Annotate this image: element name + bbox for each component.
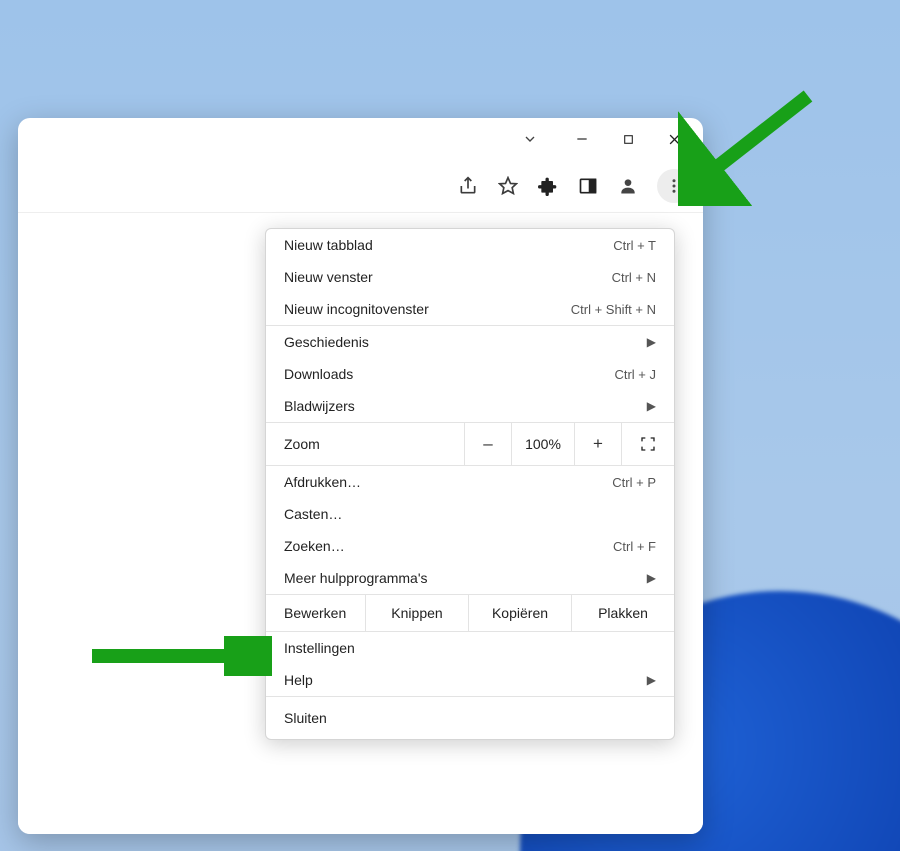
submenu-arrow-icon: ▶ <box>647 571 656 585</box>
menu-shortcut: Ctrl + F <box>613 539 656 554</box>
menu-shortcut: Ctrl + N <box>612 270 656 285</box>
profile-icon[interactable] <box>617 175 639 197</box>
menu-label: Zoeken… <box>284 538 345 554</box>
share-icon[interactable] <box>457 175 479 197</box>
menu-label: Instellingen <box>284 640 355 656</box>
menu-item-quit[interactable]: Sluiten <box>266 696 674 739</box>
side-panel-icon[interactable] <box>577 175 599 197</box>
menu-label: Geschiedenis <box>284 334 369 350</box>
menu-shortcut: Ctrl + T <box>613 238 656 253</box>
menu-label: Casten… <box>284 506 342 522</box>
window-maximize-button[interactable] <box>605 123 651 155</box>
menu-label: Afdrukken… <box>284 474 361 490</box>
submenu-arrow-icon: ▶ <box>647 673 656 687</box>
browser-toolbar <box>18 160 703 213</box>
menu-item-bookmarks[interactable]: Bladwijzers ▶ <box>266 390 674 422</box>
menu-label: Meer hulpprogramma's <box>284 570 428 586</box>
menu-item-settings[interactable]: Instellingen <box>266 632 674 664</box>
menu-label: Help <box>284 672 313 688</box>
window-minimize-button[interactable] <box>559 123 605 155</box>
tab-chevron-down[interactable] <box>507 123 553 155</box>
menu-label: Nieuw incognitovenster <box>284 301 429 317</box>
window-titlebar <box>18 118 703 160</box>
menu-label: Downloads <box>284 366 353 382</box>
menu-shortcut: Ctrl + P <box>612 475 656 490</box>
edit-paste-button[interactable]: Plakken <box>571 595 674 631</box>
menu-item-new-window[interactable]: Nieuw venster Ctrl + N <box>266 261 674 293</box>
fullscreen-button[interactable] <box>621 423 674 465</box>
zoom-out-button[interactable]: – <box>464 423 511 465</box>
submenu-arrow-icon: ▶ <box>647 399 656 413</box>
bookmark-star-icon[interactable] <box>497 175 519 197</box>
menu-item-incognito[interactable]: Nieuw incognitovenster Ctrl + Shift + N <box>266 293 674 325</box>
menu-item-new-tab[interactable]: Nieuw tabblad Ctrl + T <box>266 229 674 261</box>
menu-item-zoom: Zoom – 100% + <box>266 422 674 466</box>
edit-label: Bewerken <box>266 595 365 631</box>
window-close-button[interactable] <box>651 123 697 155</box>
menu-label: Nieuw venster <box>284 269 373 285</box>
extensions-icon[interactable] <box>537 175 559 197</box>
menu-item-history[interactable]: Geschiedenis ▶ <box>266 326 674 358</box>
menu-item-print[interactable]: Afdrukken… Ctrl + P <box>266 466 674 498</box>
chrome-main-menu: Nieuw tabblad Ctrl + T Nieuw venster Ctr… <box>265 228 675 740</box>
edit-cut-button[interactable]: Knippen <box>365 595 468 631</box>
submenu-arrow-icon: ▶ <box>647 335 656 349</box>
menu-shortcut: Ctrl + J <box>614 367 656 382</box>
kebab-menu-button[interactable] <box>657 169 691 203</box>
menu-item-cast[interactable]: Casten… <box>266 498 674 530</box>
edit-copy-button[interactable]: Kopiëren <box>468 595 571 631</box>
menu-edit-row: Bewerken Knippen Kopiëren Plakken <box>266 594 674 632</box>
menu-item-more-tools[interactable]: Meer hulpprogramma's ▶ <box>266 562 674 594</box>
zoom-label: Zoom <box>266 436 464 452</box>
menu-label: Bladwijzers <box>284 398 355 414</box>
zoom-in-button[interactable]: + <box>574 423 621 465</box>
menu-item-help[interactable]: Help ▶ <box>266 664 674 696</box>
menu-label: Nieuw tabblad <box>284 237 373 253</box>
zoom-value: 100% <box>511 423 574 465</box>
menu-item-downloads[interactable]: Downloads Ctrl + J <box>266 358 674 390</box>
menu-item-find[interactable]: Zoeken… Ctrl + F <box>266 530 674 562</box>
menu-label: Sluiten <box>284 710 327 726</box>
menu-shortcut: Ctrl + Shift + N <box>571 302 656 317</box>
